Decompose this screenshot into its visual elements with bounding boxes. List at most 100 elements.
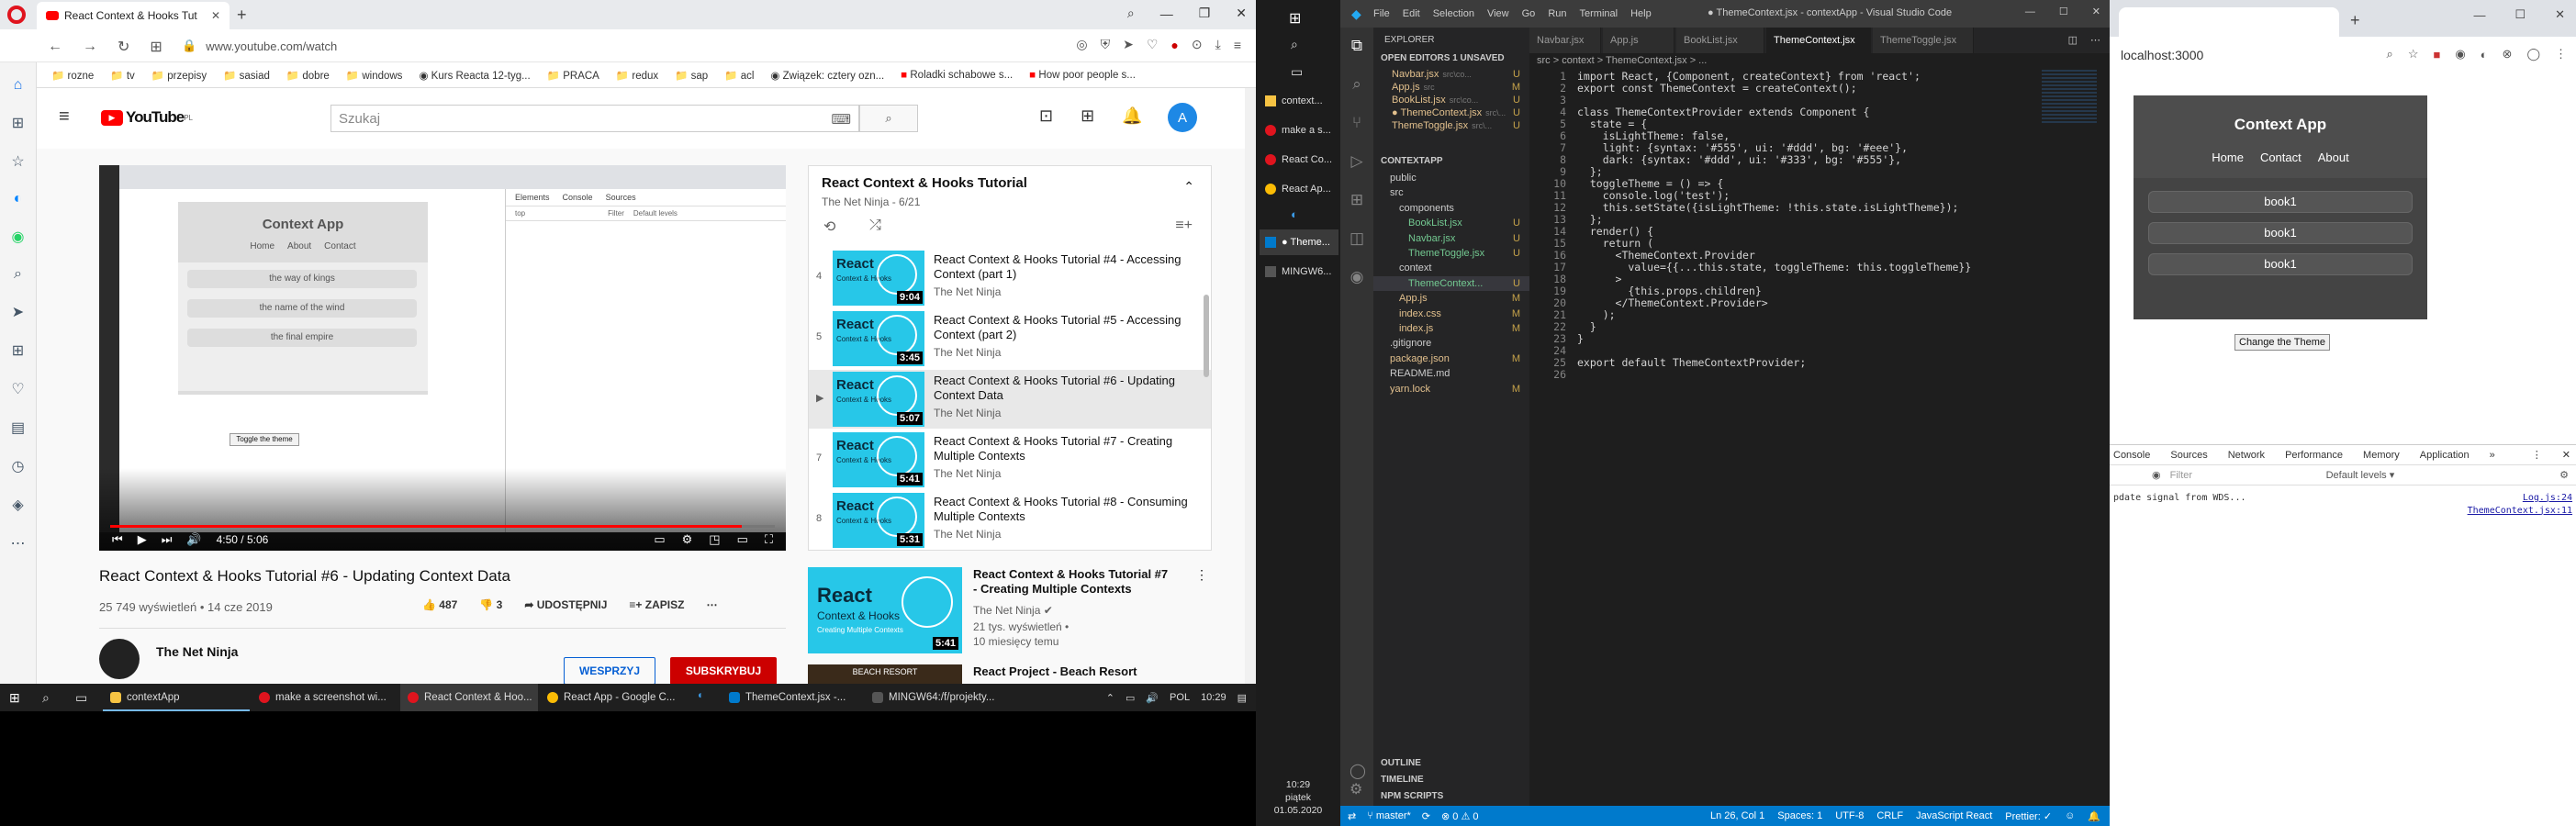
sidebar-news-icon[interactable]: ▤ (11, 419, 25, 437)
play-icon[interactable]: ▶ (138, 532, 147, 547)
vscode-maximize-button[interactable]: ☐ (2059, 6, 2068, 17)
previous-icon[interactable]: ⏮ (112, 532, 123, 547)
speed-dial-icon[interactable]: ⊞ (150, 38, 162, 56)
taskbar-search-icon[interactable]: ⌕ (42, 690, 50, 706)
file-tree-item[interactable]: ThemeContext... U (1373, 275, 1529, 291)
volume-icon[interactable]: 🔊 (186, 532, 201, 547)
prettier-status[interactable]: Prettier: ✓ (2005, 810, 2052, 822)
vertical-app-mingw[interactable]: MINGW6... (1260, 259, 1338, 285)
console-log-source[interactable]: Log.js:24 (2523, 493, 2572, 503)
minimap[interactable] (2042, 70, 2097, 125)
support-button[interactable]: WESPRZYJ (564, 657, 655, 684)
bookmark-link[interactable]: ■ How poor people s... (1029, 70, 1136, 81)
shield-icon[interactable]: ⛨ (1101, 37, 1111, 52)
indentation[interactable]: Spaces: 1 (1777, 810, 1822, 821)
tab-themetoggle[interactable]: ThemeToggle.jsx (1873, 28, 1974, 53)
sidebar-send-icon[interactable]: ➤ (12, 303, 24, 321)
vertical-clock[interactable]: 10:29 piątek 01.05.2020 (1256, 778, 1340, 817)
vertical-app-opera-2[interactable]: React Co... (1260, 147, 1338, 173)
wallet-icon[interactable]: ⊙ (1192, 37, 1203, 52)
taskbar-app-chrome[interactable]: React App - Google C... (540, 684, 690, 711)
apps-grid-icon[interactable]: ⊞ (1081, 106, 1094, 126)
menu-icon[interactable]: ≡ (1234, 38, 1241, 52)
sidebar-search-icon[interactable]: ⌕ (14, 266, 22, 283)
console-log-source[interactable]: ThemeContext.jsx:11 (2468, 506, 2572, 516)
bookmark-link[interactable]: ■ Roladki schabowe s... (901, 70, 1013, 81)
tray-language[interactable]: POL (1170, 692, 1190, 703)
vertical-app-vscode[interactable]: ● Theme... (1260, 229, 1338, 255)
loop-icon[interactable]: ⟲ (823, 218, 835, 236)
vscode-close-button[interactable]: ✕ (2092, 6, 2100, 17)
menu-selection[interactable]: Selection (1433, 8, 1474, 19)
file-tree-item[interactable]: public (1373, 171, 1529, 185)
chrome-tab[interactable] (2119, 7, 2339, 37)
cursor-position[interactable]: Ln 26, Col 1 (1710, 810, 1764, 821)
run-debug-icon[interactable]: ▷ (1350, 152, 1362, 171)
nav-contact[interactable]: Contact (2260, 151, 2302, 164)
open-editor-item[interactable]: Navbar.jsx src\co... U (1373, 68, 1529, 81)
file-tree-item[interactable]: index.css M (1373, 307, 1529, 321)
more-actions-icon[interactable]: ⋯ (2090, 34, 2100, 46)
notifications-bell-icon[interactable]: 🔔 (1122, 106, 1142, 126)
youtube-logo[interactable]: ▶ YouTube PL (101, 108, 193, 127)
accounts-icon[interactable]: ◯ (1350, 762, 1366, 780)
chrome-zoom-icon[interactable]: ⌕ (2387, 47, 2393, 61)
tab-close-icon[interactable]: ✕ (211, 9, 220, 22)
bookmark-folder[interactable]: 📁 acl (724, 69, 754, 82)
sidebar-messenger-icon[interactable]: ◐ (14, 191, 23, 207)
change-theme-button[interactable]: Change the Theme (2234, 334, 2330, 351)
menu-go[interactable]: Go (1522, 8, 1536, 19)
recommended-more-icon[interactable]: ⋮ (1195, 567, 1208, 583)
browser-tab-active[interactable]: React Context & Hooks Tut ✕ (37, 2, 230, 29)
devtools-settings-gear-icon[interactable]: ⚙ (2559, 469, 2569, 481)
file-tree-item[interactable]: ThemeToggle.jsx U (1373, 246, 1529, 261)
chrome-menu-icon[interactable]: ⋮ (2555, 47, 2567, 61)
tray-clock[interactable]: 10:29 (1201, 692, 1226, 703)
code-editor[interactable]: src > context > ThemeContext.jsx > ... 1… (1529, 53, 2110, 806)
sidebar-home-icon[interactable]: ⌂ (14, 77, 23, 94)
settings-gear-icon[interactable]: ⚙ (682, 532, 693, 547)
chrome-new-tab-button[interactable]: + (2350, 11, 2360, 30)
sidebar-speed-dial-icon[interactable]: ⊞ (12, 114, 24, 132)
chrome-close-button[interactable]: ✕ (2555, 7, 2565, 22)
devtools-tab-sources[interactable]: Sources (2170, 450, 2207, 461)
remote-icon[interactable]: ◫ (1350, 229, 1364, 248)
save-playlist-icon[interactable]: ≡+ (1175, 218, 1193, 234)
vertical-app-explorer[interactable]: context... (1260, 88, 1338, 114)
back-icon[interactable]: ← (48, 39, 62, 55)
outline-section[interactable]: OUTLINE (1381, 758, 1421, 768)
more-actions-icon[interactable]: ⋯ (706, 598, 717, 611)
devtools-more-icon[interactable]: ⋮ (2532, 449, 2542, 461)
tab-app[interactable]: App.js (1603, 28, 1674, 53)
encoding[interactable]: UTF-8 (1835, 810, 1864, 821)
playlist-item[interactable]: 5 React Context & Hooks 3:45 React Context… (809, 309, 1211, 368)
open-editors-header[interactable]: OPEN EDITORS 1 UNSAVED (1381, 53, 1505, 63)
chrome-extension-icon[interactable]: ■ (2433, 48, 2440, 61)
file-tree-item[interactable]: BookList.jsx U (1373, 216, 1529, 230)
bookmark-folder[interactable]: 📁 sap (675, 69, 708, 82)
playlist-item-current[interactable]: ▶ React Context & Hooks 5:07 React Context… (809, 370, 1211, 429)
open-editor-item[interactable]: BookList.jsx src\co... U (1373, 94, 1529, 106)
menu-help[interactable]: Help (1630, 8, 1652, 19)
npm-scripts-section[interactable]: NPM SCRIPTS (1381, 791, 1443, 801)
vertical-app-opera[interactable]: make a s... (1260, 117, 1338, 143)
devtools-more-tabs-icon[interactable]: » (2490, 450, 2495, 461)
bookmark-folder[interactable]: 📁 tv (110, 69, 134, 82)
breadcrumb[interactable]: src > context > ThemeContext.jsx > ... (1537, 55, 1707, 66)
console-filter-input[interactable]: Filter (2170, 470, 2299, 481)
video-player[interactable]: Context App Home About Contact the way o… (99, 165, 786, 551)
camera-icon[interactable]: ◎ (1076, 37, 1087, 52)
file-tree-item[interactable]: index.js M (1373, 321, 1529, 336)
page-scrollbar[interactable] (1245, 88, 1256, 684)
project-header[interactable]: CONTEXTAPP (1381, 156, 1443, 166)
file-tree-item[interactable]: components (1373, 201, 1529, 216)
source-control-icon[interactable]: ⑂ (1352, 114, 1361, 132)
chrome-extension-icon-4[interactable]: ⊗ (2503, 47, 2513, 61)
playlist-scrollbar[interactable] (1204, 295, 1209, 377)
search-input[interactable]: Szukaj ⌨ (330, 105, 859, 132)
chrome-minimize-button[interactable]: — (2473, 8, 2485, 22)
git-branch[interactable]: ⑂ master* (1367, 810, 1411, 821)
opera-logo-icon[interactable] (7, 6, 26, 24)
remote-status-icon[interactable]: ⇄ (1348, 810, 1356, 822)
playlist-title[interactable]: React Context & Hooks Tutorial (822, 175, 1027, 191)
